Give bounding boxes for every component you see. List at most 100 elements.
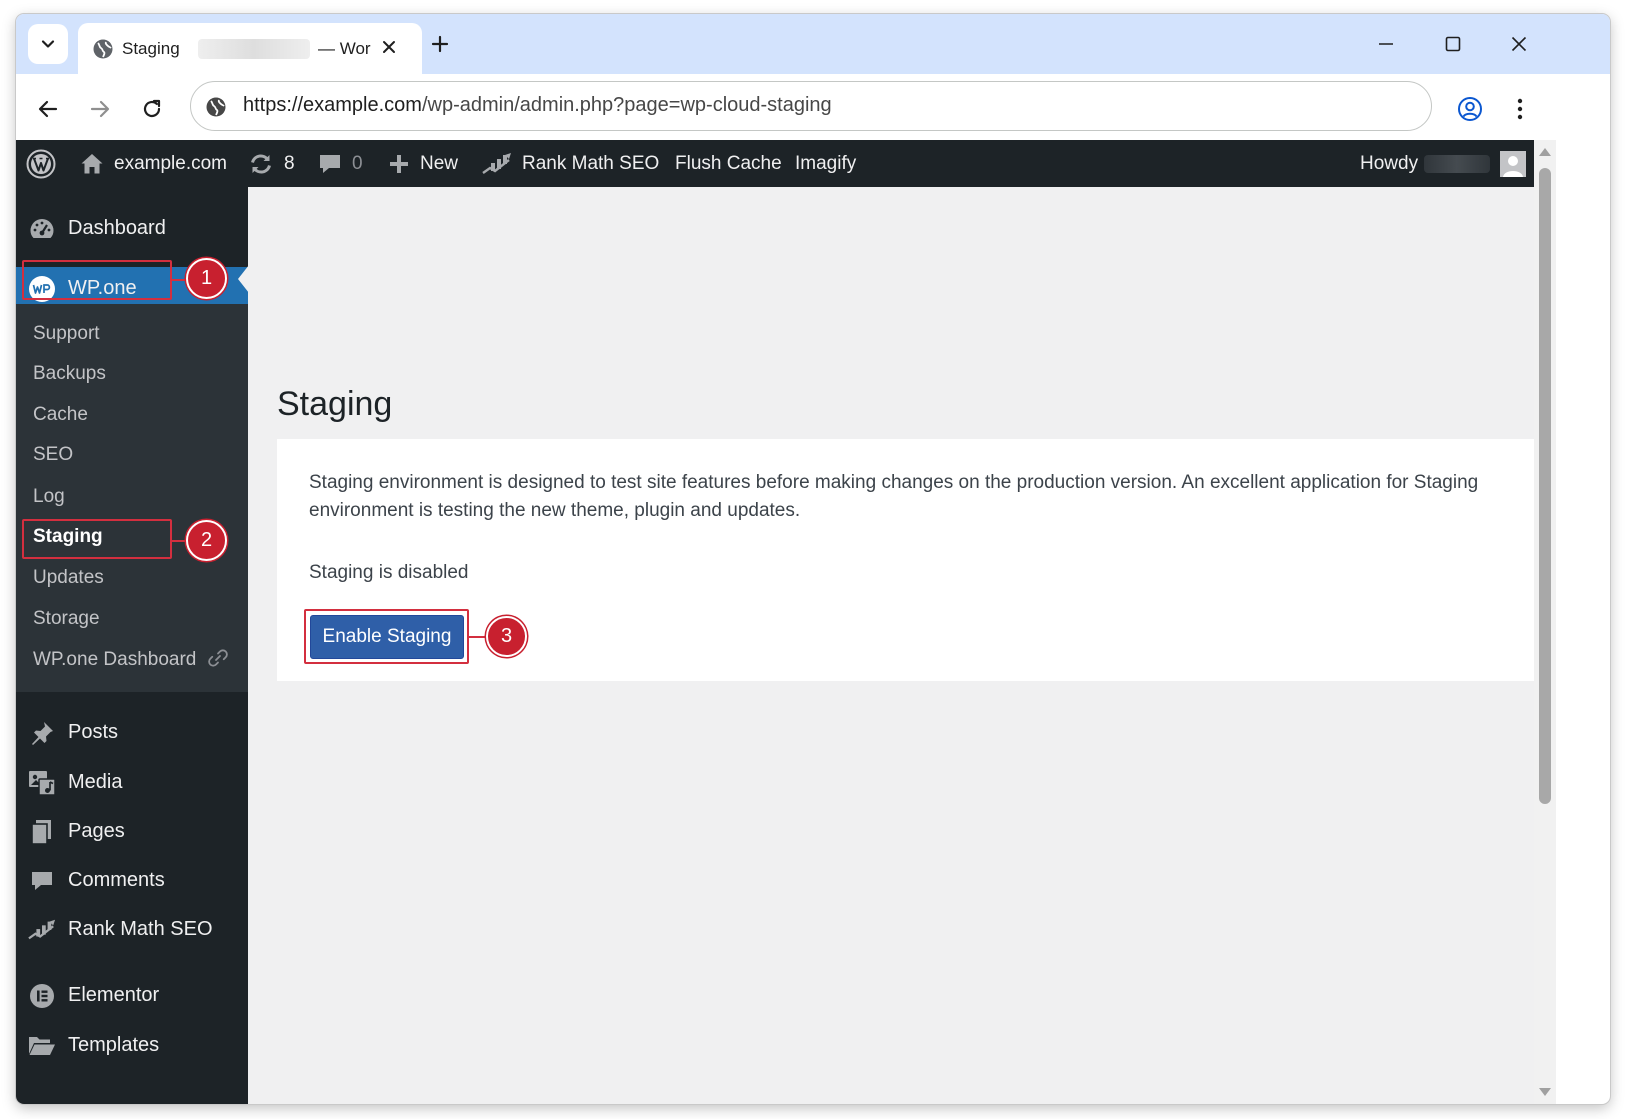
maximize-icon (1445, 36, 1461, 52)
annotation-highlight-1 (22, 260, 172, 300)
scroll-down-arrow-icon[interactable] (1539, 1088, 1551, 1096)
submenu-item-updates[interactable]: Updates (33, 567, 104, 589)
url-path: /wp-admin/admin.php?page=wp-cloud-stagin… (421, 94, 832, 116)
tab-title-redacted (198, 39, 310, 59)
minimize-icon (1379, 43, 1393, 45)
sidebar-item-templates[interactable]: Templates (16, 1024, 248, 1068)
home-icon (81, 153, 103, 173)
sidebar-item-label: Dashboard (68, 217, 166, 239)
annotation-connector-1 (172, 279, 186, 281)
submenu-item-support[interactable]: Support (33, 323, 100, 345)
updates-icon (251, 153, 271, 174)
dashboard-gauge-icon (30, 219, 54, 238)
rank-math-icon (482, 152, 511, 174)
pushpin-icon (32, 722, 53, 745)
submenu-item-seo[interactable]: SEO (33, 444, 73, 466)
comment-bubble-icon (320, 154, 340, 173)
plus-icon (390, 154, 408, 173)
tab-strip: Staging — Wor (16, 14, 1610, 74)
sidebar-item-posts[interactable]: Posts (16, 711, 248, 755)
arrow-left-icon (38, 100, 58, 118)
user-silhouette-icon (1503, 155, 1524, 177)
url-host: https://example.com (243, 94, 422, 116)
tab-title-suffix: — Wor (318, 39, 371, 58)
submenu-item-label: WP.one Dashboard (33, 649, 197, 670)
close-icon (1511, 36, 1527, 52)
site-info-icon[interactable] (203, 94, 229, 120)
close-window-button[interactable] (1503, 28, 1535, 60)
elementor-icon (30, 984, 54, 1008)
arrow-right-icon (90, 100, 110, 118)
back-button[interactable] (30, 91, 66, 127)
wp-admin-bar: example.com 8 0 New Rank Math SEO Flush … (16, 140, 1534, 187)
folder-open-icon (29, 1037, 55, 1055)
external-link-icon (207, 649, 228, 667)
sidebar-item-pages[interactable]: Pages (16, 810, 248, 854)
submenu-item-log[interactable]: Log (33, 486, 65, 508)
sidebar-item-comments[interactable]: Comments (16, 859, 248, 903)
howdy-label: Howdy (1360, 152, 1419, 174)
site-name: example.com (114, 152, 227, 174)
sidebar-item-rank-math[interactable]: Rank Math SEO (16, 908, 248, 952)
updates-menu[interactable]: 8 (248, 140, 295, 187)
maximize-button[interactable] (1437, 28, 1469, 60)
annotation-badge-1: 1 (186, 258, 227, 299)
address-bar[interactable]: https://example.com/wp-admin/admin.php?p… (190, 81, 1432, 131)
submenu-item-wpone-dashboard[interactable]: WP.one Dashboard (33, 649, 228, 671)
comments-count: 0 (352, 152, 363, 174)
site-name-menu[interactable]: example.com (80, 140, 227, 187)
imagify-menu[interactable]: Imagify (795, 140, 856, 187)
imagify-label: Imagify (795, 152, 857, 174)
flush-cache-label: Flush Cache (675, 152, 782, 174)
rank-math-label: Rank Math SEO (522, 152, 660, 174)
url-text: https://example.com/wp-admin/admin.php?p… (243, 94, 832, 117)
comments-menu[interactable]: 0 (318, 140, 363, 187)
flush-cache-menu[interactable]: Flush Cache (675, 140, 782, 187)
reload-button[interactable] (134, 91, 170, 127)
scrollbar-thumb[interactable] (1539, 168, 1551, 804)
tab-title: Staging (122, 39, 180, 58)
close-icon (383, 41, 395, 53)
sidebar-item-label: Media (68, 771, 123, 793)
pages-icon (31, 820, 51, 845)
profile-button[interactable] (1452, 91, 1488, 127)
annotation-badge-2: 2 (186, 520, 227, 561)
rank-math-menu[interactable]: Rank Math SEO (482, 140, 659, 187)
new-tab-button[interactable] (424, 28, 456, 60)
submenu-item-cache[interactable]: Cache (33, 404, 88, 426)
scroll-up-arrow-icon[interactable] (1539, 148, 1551, 156)
page-scrollbar[interactable] (1534, 140, 1556, 1104)
admin-sidebar: Dashboard WP.one Support Backups Cache S… (16, 187, 248, 1104)
sidebar-item-elementor[interactable]: Elementor (16, 974, 248, 1018)
minimize-button[interactable] (1370, 28, 1402, 60)
wp-logo-menu[interactable] (26, 140, 56, 187)
chevron-down-icon (41, 40, 55, 48)
submenu-item-backups[interactable]: Backups (33, 363, 106, 385)
browser-menu-button[interactable] (1502, 91, 1538, 127)
sidebar-item-dashboard[interactable]: Dashboard (16, 207, 248, 251)
annotation-connector-3 (469, 636, 486, 638)
sidebar-item-label: Posts (68, 721, 119, 743)
globe-icon (93, 39, 113, 59)
sidebar-item-label: Comments (68, 869, 165, 891)
browser-tab-active[interactable]: Staging — Wor (78, 23, 422, 74)
sidebar-item-label: Pages (68, 820, 125, 842)
globe-icon (206, 97, 226, 117)
forward-button[interactable] (82, 91, 118, 127)
annotation-connector-2 (172, 540, 186, 542)
plus-icon (431, 35, 449, 53)
new-label: New (420, 152, 459, 174)
reload-icon (143, 99, 161, 118)
tab-close-button[interactable] (376, 34, 402, 60)
account-icon (1458, 97, 1482, 121)
rank-math-icon (28, 919, 56, 940)
sidebar-item-media[interactable]: Media (16, 761, 248, 805)
my-account-menu[interactable]: Howdy (1360, 140, 1527, 187)
comment-bubble-icon (32, 872, 52, 890)
browser-window: Staging — Wor https://example.com/wp-adm… (16, 14, 1610, 1104)
new-content-menu[interactable]: New (388, 140, 458, 187)
annotation-badge-3: 3 (486, 616, 527, 657)
submenu-item-storage[interactable]: Storage (33, 608, 100, 630)
tab-search-button[interactable] (28, 24, 68, 64)
staging-status: Staging is disabled (309, 562, 469, 583)
